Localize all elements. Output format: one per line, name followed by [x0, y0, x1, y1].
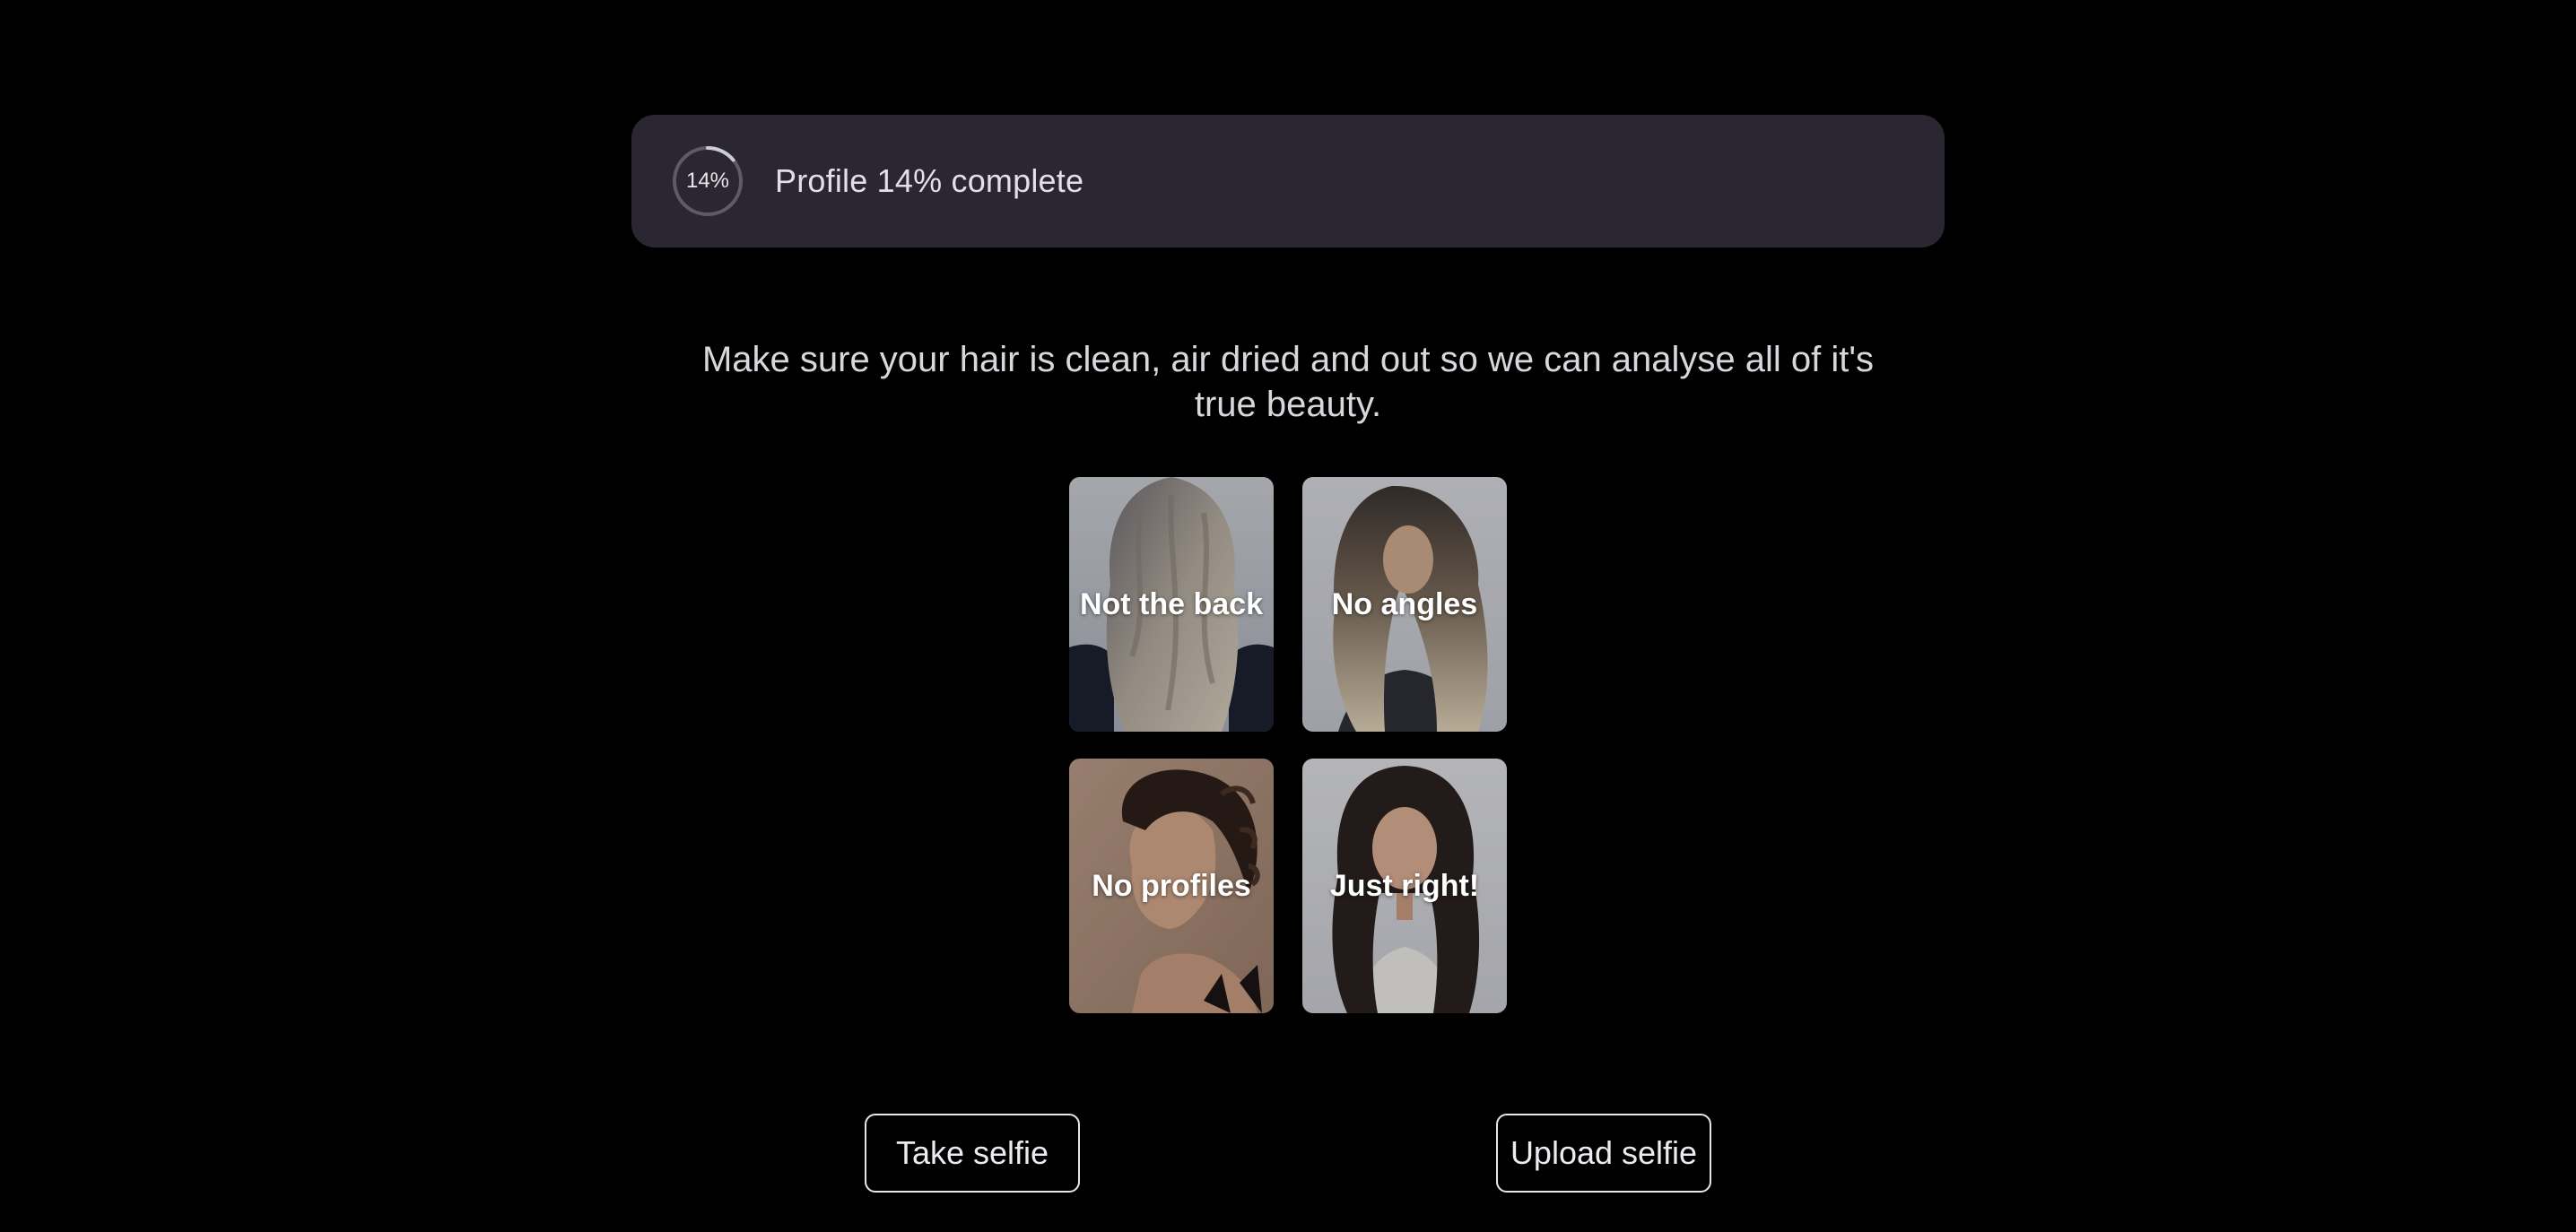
example-label: Just right! — [1329, 868, 1480, 903]
example-photo-grid: Not the back No angles No profiles Just … — [1069, 477, 1507, 1013]
take-selfie-button[interactable]: Take selfie — [865, 1114, 1080, 1193]
profile-progress-banner: 14% Profile 14% complete — [631, 115, 1945, 247]
progress-text: Profile 14% complete — [775, 162, 1084, 199]
example-label: Not the back — [1079, 586, 1264, 621]
example-not-the-back: Not the back — [1069, 477, 1274, 732]
upload-selfie-button[interactable]: Upload selfie — [1496, 1114, 1711, 1193]
instruction-text: Make sure your hair is clean, air dried … — [701, 340, 1875, 424]
example-no-angles: No angles — [1302, 477, 1507, 732]
selfie-guide-page: 14% Profile 14% complete Make sure your … — [0, 0, 2576, 1232]
example-label: No angles — [1331, 586, 1478, 621]
example-no-profiles: No profiles — [1069, 759, 1274, 1013]
example-label: No profiles — [1092, 868, 1251, 903]
example-just-right: Just right! — [1302, 759, 1507, 1013]
progress-ring: 14% — [671, 144, 744, 218]
progress-ring-label: 14% — [685, 169, 730, 193]
